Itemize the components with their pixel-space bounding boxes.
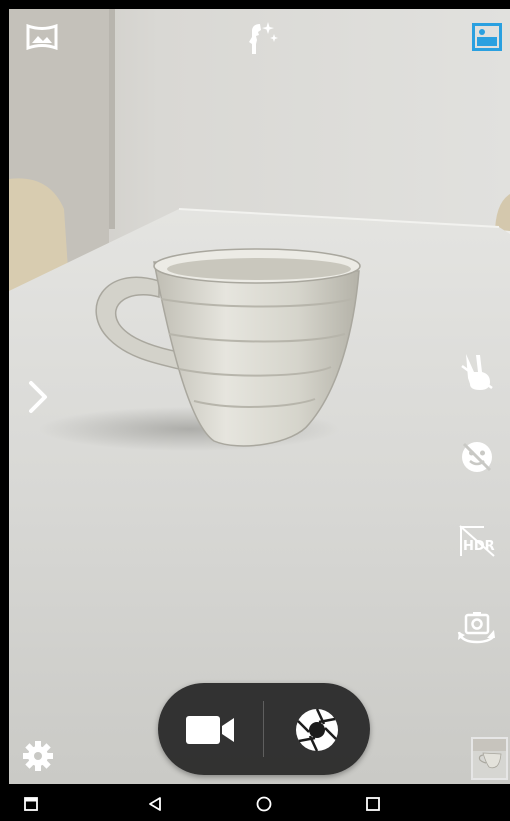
back-icon[interactable] bbox=[147, 796, 163, 812]
hdr-toggle[interactable]: HDR bbox=[458, 524, 496, 558]
gesture-shot-icon[interactable] bbox=[460, 352, 494, 392]
pill-divider bbox=[263, 701, 264, 757]
gallery-icon[interactable] bbox=[472, 23, 502, 51]
chevron-right-icon[interactable] bbox=[28, 380, 48, 414]
video-camera-icon[interactable] bbox=[186, 716, 234, 744]
navigation-bar bbox=[0, 784, 510, 821]
viewfinder-scene bbox=[9, 9, 510, 784]
home-icon[interactable] bbox=[256, 796, 272, 812]
thumbnail-preview bbox=[473, 739, 506, 778]
switch-camera-icon[interactable] bbox=[456, 610, 498, 646]
hdr-label: HDR bbox=[463, 539, 495, 554]
camera-viewfinder[interactable] bbox=[9, 9, 510, 784]
panorama-icon[interactable] bbox=[26, 24, 58, 50]
recents-icon[interactable] bbox=[24, 797, 38, 811]
last-photo-thumbnail[interactable] bbox=[471, 737, 508, 780]
gear-icon[interactable] bbox=[22, 740, 54, 772]
shutter-icon[interactable] bbox=[294, 707, 340, 753]
capture-controls bbox=[158, 683, 370, 775]
overview-icon[interactable] bbox=[366, 797, 380, 811]
face-beauty-off-icon[interactable] bbox=[460, 440, 494, 474]
camera-screen: HDR bbox=[0, 0, 510, 821]
beauty-icon[interactable] bbox=[244, 20, 280, 56]
